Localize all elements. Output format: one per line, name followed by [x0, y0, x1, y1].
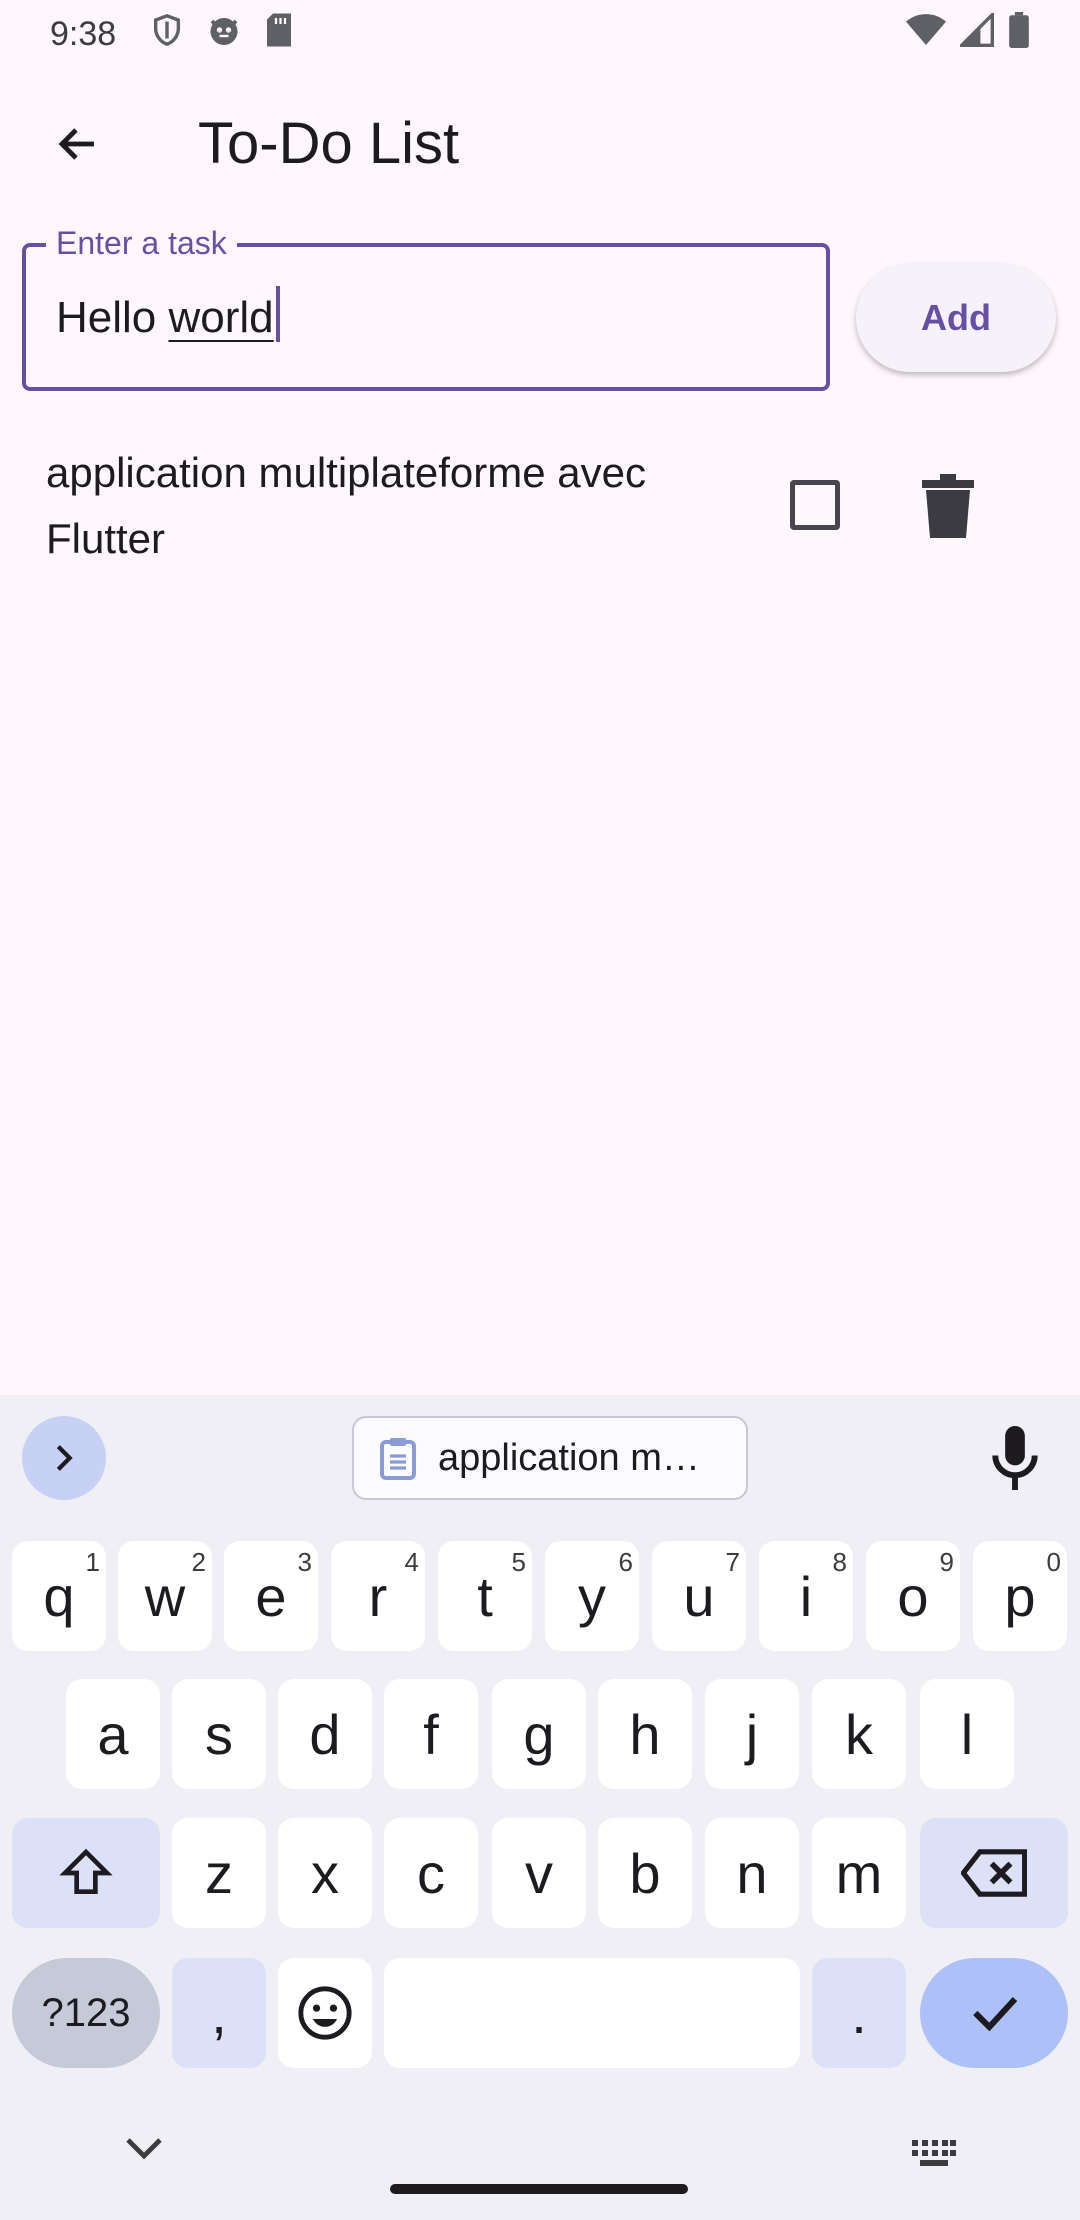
trash-icon: [922, 474, 974, 538]
key-m[interactable]: m: [812, 1818, 906, 1928]
key-p[interactable]: p0: [973, 1541, 1067, 1651]
key-backspace[interactable]: [920, 1818, 1068, 1928]
add-button[interactable]: Add: [856, 264, 1056, 372]
back-button[interactable]: [40, 106, 116, 182]
key-v[interactable]: v: [492, 1818, 586, 1928]
key-x[interactable]: x: [278, 1818, 372, 1928]
key-o[interactable]: o9: [866, 1541, 960, 1651]
key-z[interactable]: z: [172, 1818, 266, 1928]
key-e[interactable]: e3: [224, 1541, 318, 1651]
task-input-value-plain: Hello: [56, 293, 169, 342]
page-title: To-Do List: [198, 111, 460, 176]
status-time: 9:38: [50, 15, 117, 53]
key-symbols[interactable]: ?123: [12, 1958, 160, 2068]
sd-card-icon: [267, 13, 291, 47]
key-shift[interactable]: [12, 1818, 160, 1928]
key-period[interactable]: .: [812, 1958, 906, 2068]
key-g[interactable]: g: [492, 1679, 586, 1789]
key-u[interactable]: u7: [652, 1541, 746, 1651]
backspace-icon: [961, 1849, 1027, 1897]
key-w[interactable]: w2: [118, 1541, 212, 1651]
key-q[interactable]: q1: [12, 1541, 106, 1651]
key-i[interactable]: i8: [759, 1541, 853, 1651]
voice-input-button[interactable]: [990, 1426, 1040, 1490]
key-f[interactable]: f: [384, 1679, 478, 1789]
key-t[interactable]: t5: [438, 1541, 532, 1651]
status-icons-right: [906, 12, 1030, 48]
key-y[interactable]: y6: [545, 1541, 639, 1651]
task-input-value-composing: world: [168, 293, 274, 342]
key-j[interactable]: j: [705, 1679, 799, 1789]
home-indicator[interactable]: [390, 2184, 688, 2194]
key-a[interactable]: a: [66, 1679, 160, 1789]
emoji-icon: [298, 1986, 352, 2040]
key-c[interactable]: c: [384, 1818, 478, 1928]
battery-icon: [1009, 12, 1029, 48]
key-emoji[interactable]: [278, 1958, 372, 2068]
key-comma[interactable]: ,: [172, 1958, 266, 2068]
task-input-value[interactable]: Hello world: [56, 286, 280, 349]
task-input-label: Enter a task: [46, 222, 237, 264]
key-h[interactable]: h: [598, 1679, 692, 1789]
text-caret: [275, 286, 280, 342]
status-icons-left: [150, 12, 294, 48]
delete-task-button[interactable]: [922, 474, 974, 538]
check-icon: [973, 1996, 1018, 2032]
key-k[interactable]: k: [812, 1679, 906, 1789]
key-s[interactable]: s: [172, 1679, 266, 1789]
clipboard-icon: [380, 1438, 416, 1480]
key-n[interactable]: n: [705, 1818, 799, 1928]
key-d[interactable]: d: [278, 1679, 372, 1789]
clipboard-suggestion-text: application m…: [438, 1436, 700, 1479]
chevron-right-icon: [56, 1445, 73, 1471]
cat-face-icon: [210, 18, 238, 45]
signal-icon: [960, 13, 994, 47]
clipboard-suggestion-chip[interactable]: application m…: [352, 1416, 748, 1500]
shield-icon: [153, 14, 181, 46]
key-r[interactable]: r4: [331, 1541, 425, 1651]
chevron-down-icon[interactable]: [124, 2134, 164, 2162]
arrow-back-icon: [58, 128, 94, 160]
microphone-icon: [992, 1426, 1038, 1490]
shift-icon: [59, 1848, 113, 1894]
soft-keyboard: [0, 1395, 1080, 2220]
wifi-icon: [906, 14, 946, 45]
key-space[interactable]: [384, 1958, 800, 2068]
key-l[interactable]: l: [920, 1679, 1014, 1789]
keyboard-expand-button[interactable]: [22, 1416, 106, 1500]
key-b[interactable]: b: [598, 1818, 692, 1928]
task-done-checkbox[interactable]: [790, 480, 840, 530]
key-enter[interactable]: [920, 1958, 1068, 2068]
keyboard-switch-icon[interactable]: [912, 2140, 956, 2168]
task-item-text: application multiplateforme avec Flutter: [46, 449, 646, 562]
